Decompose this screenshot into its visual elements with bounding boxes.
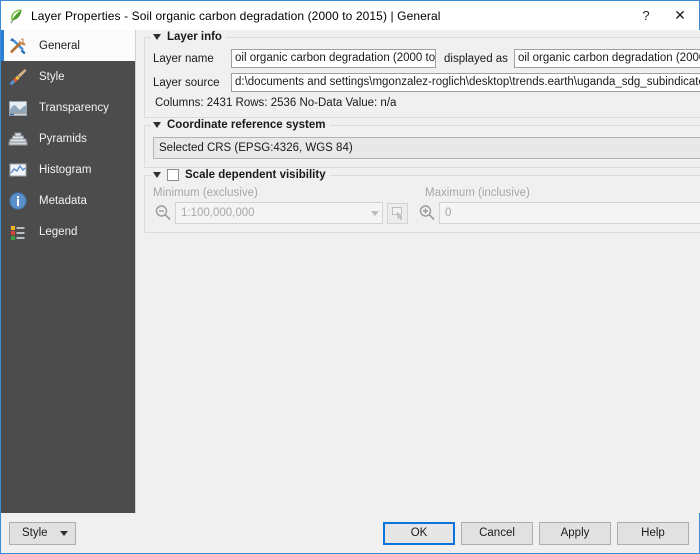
crs-group-header[interactable]: Coordinate reference system bbox=[151, 119, 330, 131]
apply-button[interactable]: Apply bbox=[539, 521, 611, 545]
crs-group: Coordinate reference system Selected CRS… bbox=[144, 119, 700, 168]
sidebar-item-label: Style bbox=[39, 70, 65, 83]
titlebar-help-button[interactable]: ? bbox=[629, 1, 663, 30]
layer-name-input[interactable]: oil organic carbon degradation (2000 to … bbox=[231, 49, 436, 68]
scale-visibility-title: Scale dependent visibility bbox=[185, 169, 326, 181]
settings-sidebar: General Style Transparency Pyramids Hist… bbox=[1, 30, 136, 513]
minimum-scale-label: Minimum (exclusive) bbox=[153, 187, 258, 199]
raster-stats-line: Columns: 2431 Rows: 2536 No-Data Value: … bbox=[155, 97, 397, 109]
scale-labels-row: Minimum (exclusive) Maximum (inclusive) bbox=[153, 187, 700, 199]
canvas-scale-icon bbox=[391, 206, 405, 220]
style-button-label: Style bbox=[22, 527, 48, 539]
sidebar-item-transparency[interactable]: Transparency bbox=[1, 92, 135, 123]
minimum-scale-from-canvas-button[interactable] bbox=[387, 202, 408, 224]
ok-button[interactable]: OK bbox=[383, 521, 455, 545]
sidebar-item-label: Histogram bbox=[39, 163, 92, 176]
sidebar-item-general[interactable]: General bbox=[1, 30, 135, 61]
scale-visibility-group: Scale dependent visibility Minimum (excl… bbox=[144, 169, 700, 233]
collapse-triangle-icon[interactable] bbox=[153, 172, 161, 178]
close-icon[interactable]: ✕ bbox=[663, 1, 697, 30]
layer-info-group: Layer info Layer name oil organic carbon… bbox=[144, 31, 700, 118]
dialog-button-bar: Style OK Cancel Apply Help bbox=[1, 513, 699, 553]
maximum-scale-label: Maximum (inclusive) bbox=[425, 187, 530, 199]
crs-value: Selected CRS (EPSG:4326, WGS 84) bbox=[159, 142, 353, 154]
crs-title: Coordinate reference system bbox=[167, 119, 326, 131]
collapse-triangle-icon[interactable] bbox=[153, 122, 161, 128]
collapse-triangle-icon[interactable] bbox=[153, 34, 161, 40]
sidebar-item-pyramids[interactable]: Pyramids bbox=[1, 123, 135, 154]
paintbrush-icon bbox=[7, 66, 29, 88]
sidebar-item-label: Pyramids bbox=[39, 132, 87, 145]
sidebar-item-legend[interactable]: Legend bbox=[1, 216, 135, 247]
title-bar: Layer Properties - Soil organic carbon d… bbox=[1, 1, 699, 30]
general-settings-panel: Layer info Layer name oil organic carbon… bbox=[136, 30, 700, 513]
layer-source-row: Layer source d:\documents and settings\m… bbox=[153, 73, 700, 92]
scale-visibility-checkbox[interactable] bbox=[167, 169, 179, 181]
sidebar-item-label: Legend bbox=[39, 225, 78, 238]
dialog-body: General Style Transparency Pyramids Hist… bbox=[1, 30, 700, 513]
minimum-scale-combo[interactable]: 1:100,000,000 bbox=[175, 202, 383, 224]
displayed-as-input[interactable]: oil organic carbon degradation (2000 to … bbox=[513, 49, 700, 68]
cancel-button[interactable]: Cancel bbox=[461, 521, 533, 545]
hammer-wrench-icon bbox=[7, 35, 29, 57]
chevron-down-icon bbox=[371, 210, 379, 216]
chevron-down-icon bbox=[59, 530, 68, 536]
layer-info-title: Layer info bbox=[167, 31, 222, 43]
pyramid-icon bbox=[7, 128, 29, 150]
histogram-icon bbox=[7, 159, 29, 181]
window-title: Layer Properties - Soil organic carbon d… bbox=[31, 8, 441, 23]
sidebar-item-histogram[interactable]: Histogram bbox=[1, 154, 135, 185]
sidebar-item-label: Transparency bbox=[39, 101, 109, 114]
magnifier-minus-icon bbox=[153, 203, 175, 223]
layer-name-label: Layer name bbox=[153, 52, 214, 65]
sidebar-item-style[interactable]: Style bbox=[1, 61, 135, 92]
scale-inputs-row: 1:100,000,000 0 bbox=[153, 202, 700, 224]
layer-source-input[interactable]: d:\documents and settings\mgonzalez-rogl… bbox=[231, 73, 700, 92]
legend-swatches-icon bbox=[7, 221, 29, 243]
sidebar-item-label: General bbox=[39, 39, 80, 52]
style-menu-button[interactable]: Style bbox=[9, 521, 76, 545]
qgis-leaf-icon bbox=[8, 8, 24, 24]
layer-properties-dialog: Layer Properties - Soil organic carbon d… bbox=[0, 0, 700, 554]
sidebar-item-label: Metadata bbox=[39, 194, 87, 207]
info-circle-icon bbox=[7, 190, 29, 212]
maximum-scale-combo[interactable]: 0 bbox=[439, 202, 700, 224]
sidebar-item-metadata[interactable]: Metadata bbox=[1, 185, 135, 216]
magnifier-plus-icon bbox=[417, 203, 439, 223]
minimum-scale-value: 1:100,000,000 bbox=[181, 207, 255, 219]
help-button[interactable]: Help bbox=[617, 521, 689, 545]
crs-combo[interactable]: Selected CRS (EPSG:4326, WGS 84) bbox=[153, 137, 700, 159]
transparency-icon bbox=[7, 97, 29, 119]
layer-info-group-header[interactable]: Layer info bbox=[151, 31, 226, 43]
scale-visibility-group-header[interactable]: Scale dependent visibility bbox=[151, 169, 330, 181]
displayed-as-label: displayed as bbox=[444, 52, 508, 65]
layer-name-row: Layer name oil organic carbon degradatio… bbox=[153, 49, 700, 68]
layer-source-label: Layer source bbox=[153, 76, 220, 89]
maximum-scale-value: 0 bbox=[445, 207, 452, 219]
crs-row: Selected CRS (EPSG:4326, WGS 84) bbox=[153, 137, 700, 159]
